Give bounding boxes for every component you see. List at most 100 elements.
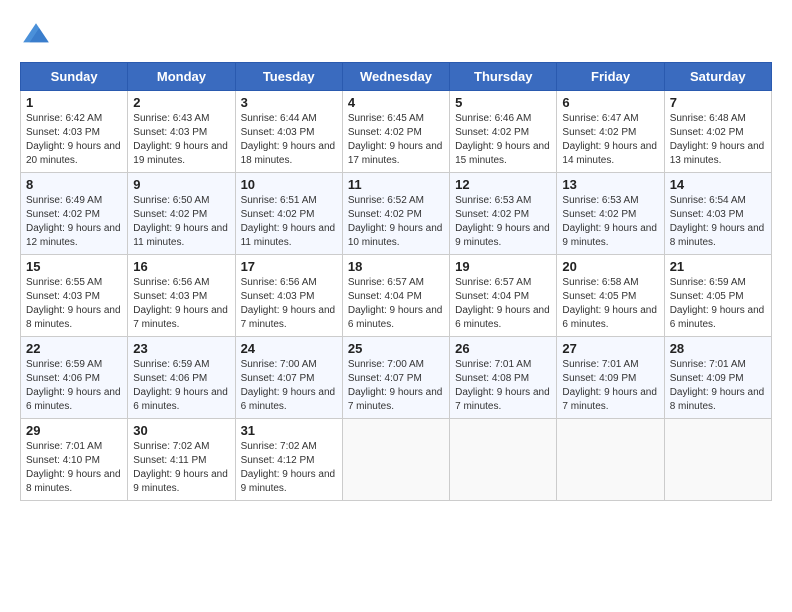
- day-info: Sunrise: 6:59 AM Sunset: 4:06 PM Dayligh…: [26, 358, 122, 414]
- daylight-label: Daylight: 9 hours and 13 minutes.: [670, 141, 765, 166]
- daylight-label: Daylight: 9 hours and 9 minutes.: [562, 223, 657, 248]
- calendar-cell: 6 Sunrise: 6:47 AM Sunset: 4:02 PM Dayli…: [557, 91, 664, 173]
- weekday-header: Wednesday: [342, 63, 449, 91]
- sunrise-label: Sunrise: 7:01 AM: [562, 359, 638, 370]
- day-number: 31: [241, 423, 337, 438]
- day-info: Sunrise: 7:01 AM Sunset: 4:10 PM Dayligh…: [26, 440, 122, 496]
- daylight-label: Daylight: 9 hours and 6 minutes.: [670, 305, 765, 330]
- sunset-label: Sunset: 4:02 PM: [670, 127, 744, 138]
- day-number: 30: [133, 423, 229, 438]
- calendar-cell: 16 Sunrise: 6:56 AM Sunset: 4:03 PM Dayl…: [128, 255, 235, 337]
- weekday-row: SundayMondayTuesdayWednesdayThursdayFrid…: [21, 63, 772, 91]
- calendar-week-row: 15 Sunrise: 6:55 AM Sunset: 4:03 PM Dayl…: [21, 255, 772, 337]
- sunrise-label: Sunrise: 6:51 AM: [241, 195, 317, 206]
- sunset-label: Sunset: 4:11 PM: [133, 455, 206, 466]
- sunset-label: Sunset: 4:08 PM: [455, 373, 529, 384]
- daylight-label: Daylight: 9 hours and 6 minutes.: [26, 387, 121, 412]
- daylight-label: Daylight: 9 hours and 15 minutes.: [455, 141, 550, 166]
- day-number: 25: [348, 341, 444, 356]
- sunset-label: Sunset: 4:05 PM: [670, 291, 744, 302]
- day-number: 13: [562, 177, 658, 192]
- sunset-label: Sunset: 4:02 PM: [455, 127, 529, 138]
- day-number: 5: [455, 95, 551, 110]
- sunrise-label: Sunrise: 6:52 AM: [348, 195, 424, 206]
- calendar-cell: 13 Sunrise: 6:53 AM Sunset: 4:02 PM Dayl…: [557, 173, 664, 255]
- calendar-cell: 22 Sunrise: 6:59 AM Sunset: 4:06 PM Dayl…: [21, 337, 128, 419]
- calendar-cell: 30 Sunrise: 7:02 AM Sunset: 4:11 PM Dayl…: [128, 419, 235, 501]
- sunset-label: Sunset: 4:06 PM: [26, 373, 100, 384]
- day-info: Sunrise: 6:59 AM Sunset: 4:06 PM Dayligh…: [133, 358, 229, 414]
- calendar-cell: [450, 419, 557, 501]
- weekday-header: Monday: [128, 63, 235, 91]
- sunset-label: Sunset: 4:02 PM: [348, 127, 422, 138]
- sunset-label: Sunset: 4:03 PM: [670, 209, 744, 220]
- daylight-label: Daylight: 9 hours and 8 minutes.: [670, 223, 765, 248]
- day-info: Sunrise: 6:59 AM Sunset: 4:05 PM Dayligh…: [670, 276, 766, 332]
- day-number: 18: [348, 259, 444, 274]
- sunset-label: Sunset: 4:04 PM: [348, 291, 422, 302]
- day-info: Sunrise: 7:01 AM Sunset: 4:09 PM Dayligh…: [562, 358, 658, 414]
- sunset-label: Sunset: 4:02 PM: [562, 209, 636, 220]
- sunrise-label: Sunrise: 7:00 AM: [348, 359, 424, 370]
- sunrise-label: Sunrise: 6:57 AM: [348, 277, 424, 288]
- sunset-label: Sunset: 4:03 PM: [26, 127, 100, 138]
- calendar-cell: 15 Sunrise: 6:55 AM Sunset: 4:03 PM Dayl…: [21, 255, 128, 337]
- daylight-label: Daylight: 9 hours and 10 minutes.: [348, 223, 443, 248]
- daylight-label: Daylight: 9 hours and 9 minutes.: [455, 223, 550, 248]
- weekday-header: Tuesday: [235, 63, 342, 91]
- sunset-label: Sunset: 4:02 PM: [348, 209, 422, 220]
- daylight-label: Daylight: 9 hours and 11 minutes.: [133, 223, 228, 248]
- day-info: Sunrise: 6:57 AM Sunset: 4:04 PM Dayligh…: [455, 276, 551, 332]
- day-info: Sunrise: 7:01 AM Sunset: 4:09 PM Dayligh…: [670, 358, 766, 414]
- day-number: 21: [670, 259, 766, 274]
- day-info: Sunrise: 7:02 AM Sunset: 4:11 PM Dayligh…: [133, 440, 229, 496]
- calendar-header: SundayMondayTuesdayWednesdayThursdayFrid…: [21, 63, 772, 91]
- day-info: Sunrise: 6:55 AM Sunset: 4:03 PM Dayligh…: [26, 276, 122, 332]
- weekday-header: Sunday: [21, 63, 128, 91]
- daylight-label: Daylight: 9 hours and 6 minutes.: [133, 387, 228, 412]
- day-number: 1: [26, 95, 122, 110]
- calendar-week-row: 22 Sunrise: 6:59 AM Sunset: 4:06 PM Dayl…: [21, 337, 772, 419]
- sunrise-label: Sunrise: 6:54 AM: [670, 195, 746, 206]
- calendar-cell: 1 Sunrise: 6:42 AM Sunset: 4:03 PM Dayli…: [21, 91, 128, 173]
- calendar-body: 1 Sunrise: 6:42 AM Sunset: 4:03 PM Dayli…: [21, 91, 772, 501]
- sunrise-label: Sunrise: 6:56 AM: [133, 277, 209, 288]
- day-info: Sunrise: 7:00 AM Sunset: 4:07 PM Dayligh…: [348, 358, 444, 414]
- daylight-label: Daylight: 9 hours and 18 minutes.: [241, 141, 336, 166]
- sunset-label: Sunset: 4:03 PM: [241, 291, 315, 302]
- day-number: 27: [562, 341, 658, 356]
- day-info: Sunrise: 6:47 AM Sunset: 4:02 PM Dayligh…: [562, 112, 658, 168]
- calendar-cell: 26 Sunrise: 7:01 AM Sunset: 4:08 PM Dayl…: [450, 337, 557, 419]
- daylight-label: Daylight: 9 hours and 11 minutes.: [241, 223, 336, 248]
- day-info: Sunrise: 6:54 AM Sunset: 4:03 PM Dayligh…: [670, 194, 766, 250]
- calendar-cell: 24 Sunrise: 7:00 AM Sunset: 4:07 PM Dayl…: [235, 337, 342, 419]
- day-info: Sunrise: 6:44 AM Sunset: 4:03 PM Dayligh…: [241, 112, 337, 168]
- sunset-label: Sunset: 4:03 PM: [133, 291, 207, 302]
- sunset-label: Sunset: 4:03 PM: [133, 127, 207, 138]
- sunrise-label: Sunrise: 6:45 AM: [348, 113, 424, 124]
- sunset-label: Sunset: 4:07 PM: [241, 373, 315, 384]
- sunset-label: Sunset: 4:10 PM: [26, 455, 100, 466]
- sunset-label: Sunset: 4:09 PM: [670, 373, 744, 384]
- calendar-cell: [342, 419, 449, 501]
- sunrise-label: Sunrise: 7:01 AM: [455, 359, 531, 370]
- sunrise-label: Sunrise: 7:00 AM: [241, 359, 317, 370]
- daylight-label: Daylight: 9 hours and 7 minutes.: [133, 305, 228, 330]
- daylight-label: Daylight: 9 hours and 17 minutes.: [348, 141, 443, 166]
- day-number: 29: [26, 423, 122, 438]
- day-number: 8: [26, 177, 122, 192]
- calendar-cell: 27 Sunrise: 7:01 AM Sunset: 4:09 PM Dayl…: [557, 337, 664, 419]
- day-info: Sunrise: 6:53 AM Sunset: 4:02 PM Dayligh…: [562, 194, 658, 250]
- daylight-label: Daylight: 9 hours and 8 minutes.: [26, 469, 121, 494]
- sunrise-label: Sunrise: 6:44 AM: [241, 113, 317, 124]
- calendar-cell: 18 Sunrise: 6:57 AM Sunset: 4:04 PM Dayl…: [342, 255, 449, 337]
- sunrise-label: Sunrise: 6:55 AM: [26, 277, 102, 288]
- sunrise-label: Sunrise: 6:53 AM: [455, 195, 531, 206]
- calendar-cell: 11 Sunrise: 6:52 AM Sunset: 4:02 PM Dayl…: [342, 173, 449, 255]
- daylight-label: Daylight: 9 hours and 6 minutes.: [348, 305, 443, 330]
- sunrise-label: Sunrise: 6:42 AM: [26, 113, 102, 124]
- calendar-cell: 9 Sunrise: 6:50 AM Sunset: 4:02 PM Dayli…: [128, 173, 235, 255]
- calendar-cell: 29 Sunrise: 7:01 AM Sunset: 4:10 PM Dayl…: [21, 419, 128, 501]
- day-info: Sunrise: 6:42 AM Sunset: 4:03 PM Dayligh…: [26, 112, 122, 168]
- daylight-label: Daylight: 9 hours and 20 minutes.: [26, 141, 121, 166]
